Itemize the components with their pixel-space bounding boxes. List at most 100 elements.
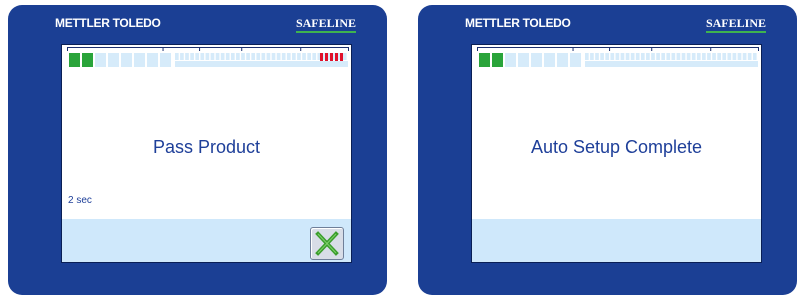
meter-fine-bar — [276, 53, 281, 60]
meter-fine-bar — [625, 53, 630, 60]
timer-readout: 2 sec — [68, 195, 92, 206]
meter-fine-bar — [286, 53, 291, 60]
meter-fine-bar — [752, 53, 757, 60]
meter-fine-band — [585, 61, 758, 67]
partner-logo: SAFELINE — [295, 16, 357, 33]
meter-segment-active — [82, 53, 93, 67]
meter-fine-bar — [696, 53, 701, 60]
meter-segment-active — [492, 53, 503, 67]
meter-fine-bar — [747, 53, 752, 60]
meter-fine-bar — [230, 53, 235, 60]
meter-fine-bar — [671, 53, 676, 60]
meter-fine-bar — [220, 53, 225, 60]
meter-fine-bar — [666, 53, 671, 60]
meter-segment — [557, 53, 568, 67]
signal-meter — [477, 47, 759, 67]
accept-button[interactable] — [310, 227, 344, 260]
meter-fine-bar — [712, 53, 716, 60]
meter-fine-bar — [200, 53, 205, 60]
meter-fine-bar — [620, 53, 625, 60]
alarm-bar — [320, 53, 323, 61]
alarm-bar — [330, 53, 333, 61]
meter-fine-bar — [676, 53, 681, 60]
partner-logo: SAFELINE — [705, 16, 767, 33]
meter-fine-bar — [256, 53, 261, 60]
meter-fine-bar — [686, 53, 691, 60]
meter-fine-band — [175, 61, 348, 67]
alarm-bar — [340, 53, 343, 61]
meter-fine-bar — [271, 53, 276, 60]
meter-tick — [348, 47, 349, 51]
meter-top-line — [477, 47, 758, 48]
softkey-bar — [472, 219, 761, 262]
meter-fine-bar — [266, 53, 271, 60]
meter-fine-bar — [656, 53, 660, 60]
meter-fine-bar — [585, 53, 589, 60]
meter-fine-bar — [615, 53, 620, 60]
meter-fine-bar — [210, 53, 215, 60]
meter-fine-bar — [595, 53, 599, 60]
meter-fine-bar — [732, 53, 737, 60]
signal-meter — [67, 47, 349, 67]
meter-fine-bar — [236, 53, 240, 60]
meter-fine-bar — [707, 53, 711, 60]
meter-fine-bar — [691, 53, 696, 60]
meter-top-line — [67, 47, 348, 48]
meter-segment — [544, 53, 555, 67]
meter-fine-bar — [297, 53, 301, 60]
meter-segment — [531, 53, 542, 67]
brand-logo: METTLER TOLEDO — [465, 16, 571, 30]
meter-fine-bar — [661, 53, 666, 60]
meter-fine-bar — [190, 53, 194, 60]
detector-display-left: METTLER TOLEDO SAFELINE Pass Product 2 s… — [8, 5, 387, 295]
meter-fine-bar — [717, 53, 721, 60]
meter-fine-bar — [630, 53, 635, 60]
meter-fine-bar — [605, 53, 610, 60]
status-message: Auto Setup Complete — [530, 137, 703, 157]
meter-fine-bar — [185, 53, 189, 60]
detector-display-right: METTLER TOLEDO SAFELINE Auto Setup Compl… — [418, 5, 797, 295]
meter-fine-bar — [307, 53, 311, 60]
meter-fine-bar — [737, 53, 742, 60]
meter-fine-bar — [681, 53, 686, 60]
display-screen: Pass Product 2 sec — [61, 44, 352, 263]
status-message: Pass Product — [152, 137, 261, 157]
meter-segment — [121, 53, 132, 67]
meter-fine-bar — [195, 53, 200, 60]
meter-fine-bar — [205, 53, 210, 60]
meter-segment — [518, 53, 529, 67]
meter-segment-active — [69, 53, 80, 67]
meter-segment — [108, 53, 119, 67]
brand-logo: METTLER TOLEDO — [55, 16, 161, 30]
meter-fine-bar — [722, 53, 727, 60]
meter-fine-bar — [215, 53, 220, 60]
meter-fine-bar — [727, 53, 732, 60]
meter-fine-bar — [261, 53, 266, 60]
meter-fine-bar — [742, 53, 747, 60]
meter-segment — [160, 53, 171, 67]
meter-fine-bar — [651, 53, 655, 60]
meter-segment — [505, 53, 516, 67]
alarm-bar — [335, 53, 338, 61]
meter-fine-bar — [590, 53, 594, 60]
meter-fine-bar — [640, 53, 645, 60]
meter-segment-active — [479, 53, 490, 67]
meter-fine-bar — [610, 53, 615, 60]
meter-fine-bar — [600, 53, 604, 60]
meter-fine-bar — [281, 53, 286, 60]
meter-tick — [758, 47, 759, 51]
meter-fine-bar — [246, 53, 250, 60]
meter-segment — [134, 53, 145, 67]
meter-segment — [147, 53, 158, 67]
meter-fine-bar — [241, 53, 245, 60]
meter-fine-bar — [225, 53, 230, 60]
meter-fine-bar — [292, 53, 296, 60]
alarm-bar — [325, 53, 328, 61]
meter-fine-bar — [180, 53, 184, 60]
meter-segment — [570, 53, 581, 67]
meter-fine-bar — [251, 53, 256, 60]
meter-fine-bar — [302, 53, 306, 60]
check-x-icon — [315, 231, 339, 256]
meter-fine-bar — [175, 53, 179, 60]
meter-fine-bar — [312, 53, 317, 60]
